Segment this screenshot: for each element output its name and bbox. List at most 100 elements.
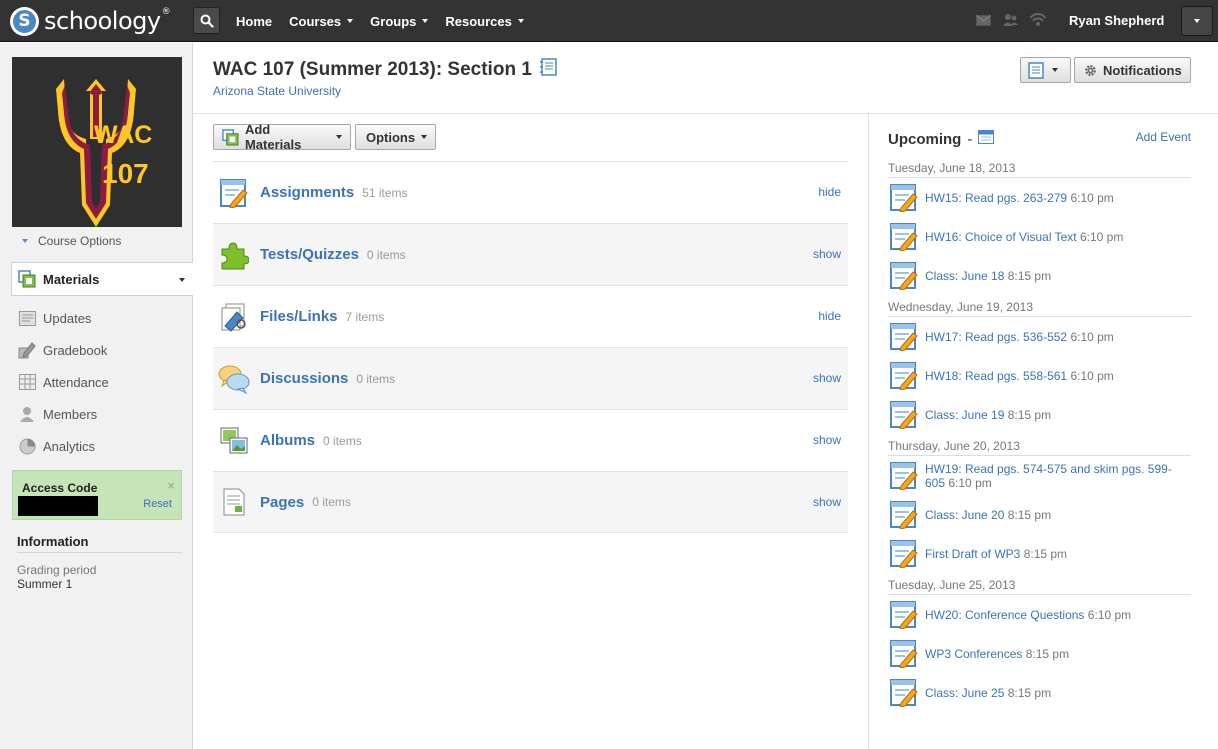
event-title[interactable]: HW15: Read pgs. 263-279 (925, 191, 1067, 205)
sidebar-item-analytics[interactable]: Analytics (17, 430, 109, 462)
material-folder-albums[interactable]: Albums 0 items show (213, 409, 848, 471)
assignment-icon (889, 400, 919, 430)
chevron-down-icon (1052, 68, 1058, 72)
requests-icon[interactable] (1003, 13, 1018, 30)
material-folder-pages[interactable]: Pages 0 items show (213, 471, 848, 533)
sidebar-item-members[interactable]: Members (17, 398, 109, 430)
upcoming-title: Upcoming (888, 130, 962, 148)
left-sidebar: WAC 107 Course Options Materials Updates… (0, 43, 193, 749)
course-profile-icon[interactable] (539, 58, 557, 82)
upcoming-event[interactable]: Class: June 25 8:15 pm (888, 673, 1191, 712)
nav-groups[interactable]: Groups (370, 13, 429, 29)
messages-icon[interactable] (976, 14, 991, 29)
top-icons (976, 12, 1058, 30)
event-title[interactable]: HW20: Conference Questions (925, 608, 1084, 622)
chevron-down-icon (421, 135, 428, 139)
upcoming-separator: - (967, 130, 973, 148)
attendance-icon (17, 373, 37, 391)
folder-name[interactable]: Tests/Quizzes (260, 246, 359, 263)
event-title[interactable]: HW18: Read pgs. 558-561 (925, 369, 1067, 383)
course-menu-button[interactable] (1020, 57, 1071, 83)
close-icon[interactable]: × (167, 478, 175, 493)
event-text: HW15: Read pgs. 263-279 6:10 pm (925, 191, 1114, 205)
access-code-title: Access Code (22, 481, 98, 495)
material-folder-assignments[interactable]: Assignments 51 items hide (213, 161, 848, 223)
upcoming-event[interactable]: HW15: Read pgs. 263-279 6:10 pm (888, 178, 1191, 217)
upcoming-event[interactable]: HW16: Choice of Visual Text 6:10 pm (888, 217, 1191, 256)
sidebar-item-label: Gradebook (43, 342, 108, 358)
course-options-label: Course Options (38, 234, 122, 248)
event-text: HW20: Conference Questions 6:10 pm (925, 608, 1131, 622)
reset-access-code-link[interactable]: Reset (143, 498, 172, 510)
upcoming-event[interactable]: Class: June 20 8:15 pm (888, 495, 1191, 534)
sidebar-item-attendance[interactable]: Attendance (17, 366, 109, 398)
sidebar-item-materials[interactable]: Materials (11, 262, 193, 296)
event-text: HW17: Read pgs. 536-552 6:10 pm (925, 330, 1114, 344)
upcoming-event[interactable]: HW19: Read pgs. 574-575 and skim pgs. 59… (888, 456, 1191, 495)
logo-wordmark: schoology® (44, 7, 171, 35)
event-title[interactable]: First Draft of WP3 (925, 547, 1020, 561)
folder-toggle-link[interactable]: show (813, 247, 841, 261)
add-materials-icon (222, 128, 239, 146)
folder-name[interactable]: Albums (260, 432, 315, 449)
course-title: WAC 107 (Summer 2013): Section 1 (213, 59, 532, 80)
event-text: WP3 Conferences 8:15 pm (925, 647, 1069, 661)
chevron-down-icon (422, 19, 429, 23)
material-folder-tests-quizzes[interactable]: Tests/Quizzes 0 items show (213, 223, 848, 285)
upcoming-event[interactable]: HW18: Read pgs. 558-561 6:10 pm (888, 356, 1191, 395)
course-options-button[interactable]: Course Options (22, 234, 121, 248)
school-link[interactable]: Arizona State University (213, 84, 341, 98)
user-menu-button[interactable] (1181, 6, 1213, 36)
upcoming-event[interactable]: Class: June 18 8:15 pm (888, 256, 1191, 295)
nav-home[interactable]: Home (236, 14, 272, 29)
folder-count: 0 items (312, 495, 351, 509)
notifications-button[interactable]: Notifications (1074, 57, 1191, 83)
upcoming-event[interactable]: Class: June 19 8:15 pm (888, 395, 1191, 434)
assignment-icon (889, 639, 919, 669)
folder-name[interactable]: Discussions (260, 370, 348, 387)
upcoming-date-header: Tuesday, June 18, 2013 (888, 156, 1191, 178)
folder-toggle-link[interactable]: show (813, 495, 841, 509)
event-title[interactable]: Class: June 25 (925, 686, 1004, 700)
event-title[interactable]: HW17: Read pgs. 536-552 (925, 330, 1067, 344)
folder-toggle-link[interactable]: hide (818, 309, 841, 323)
sidebar-item-label: Materials (43, 271, 100, 287)
material-folder-files-links[interactable]: Files/Links 7 items hide (213, 285, 848, 347)
folder-toggle-link[interactable]: show (813, 371, 841, 385)
sidebar-item-label: Analytics (43, 438, 96, 454)
add-materials-button[interactable]: Add Materials (213, 122, 351, 152)
upcoming-event[interactable]: First Draft of WP3 8:15 pm (888, 534, 1191, 573)
folder-toggle-link[interactable]: show (813, 433, 841, 447)
nav-resources[interactable]: Resources (445, 14, 524, 29)
event-title[interactable]: HW16: Choice of Visual Text (925, 230, 1077, 244)
user-name[interactable]: Ryan Shepherd (1069, 13, 1164, 28)
event-title[interactable]: Class: June 19 (925, 408, 1004, 422)
assignment-icon (889, 261, 919, 291)
event-time: 6:10 pm (1070, 190, 1114, 205)
calendar-icon[interactable] (978, 130, 995, 148)
sidebar-item-updates[interactable]: Updates (17, 302, 109, 334)
add-event-link[interactable]: Add Event (1136, 130, 1191, 144)
nav-label: Groups (370, 13, 417, 29)
options-button[interactable]: Options (355, 124, 436, 150)
event-title[interactable]: WP3 Conferences (925, 647, 1022, 661)
folder-toggle-link[interactable]: hide (818, 185, 841, 199)
schoology-logo[interactable]: S schoology® (10, 5, 171, 37)
sidebar-item-gradebook[interactable]: Gradebook (17, 334, 109, 366)
page-icon (218, 486, 250, 518)
upcoming-event[interactable]: HW17: Read pgs. 536-552 6:10 pm (888, 317, 1191, 356)
assignment-icon (889, 600, 919, 630)
folder-name[interactable]: Pages (260, 494, 304, 511)
upcoming-event[interactable]: HW20: Conference Questions 6:10 pm (888, 595, 1191, 634)
search-button[interactable] (193, 7, 220, 34)
course-image: WAC 107 (12, 57, 182, 227)
material-folder-discussions[interactable]: Discussions 0 items show (213, 347, 848, 409)
folder-name[interactable]: Assignments (260, 184, 354, 201)
logo-name: schoology (44, 7, 161, 35)
event-title[interactable]: Class: June 18 (925, 269, 1004, 283)
event-title[interactable]: Class: June 20 (925, 508, 1004, 522)
folder-name[interactable]: Files/Links (260, 308, 338, 325)
nav-courses[interactable]: Courses (289, 14, 354, 29)
notifications-signal-icon[interactable] (1029, 12, 1047, 30)
upcoming-event[interactable]: WP3 Conferences 8:15 pm (888, 634, 1191, 673)
